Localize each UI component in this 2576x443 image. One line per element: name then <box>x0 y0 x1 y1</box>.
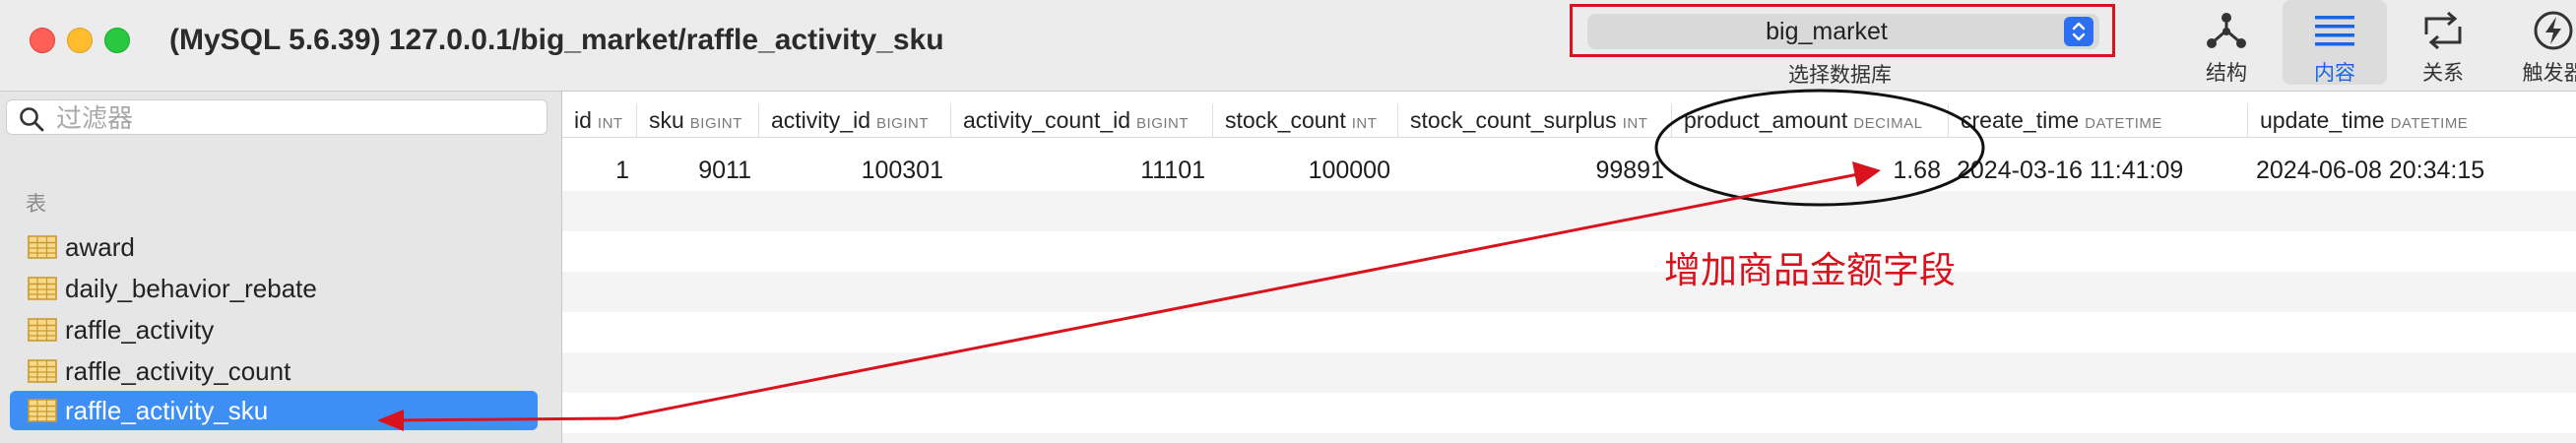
sidebar-table-raffle-activity-sku[interactable]: raffle_activity_sku <box>10 391 538 430</box>
annotation-text: 增加商品金额字段 <box>1664 250 1956 290</box>
column-type: BIGINT <box>875 115 929 132</box>
cell-create-time[interactable]: 2024-03-16 11:41:09 <box>1949 151 2248 191</box>
relations-button-label: 关系 <box>2422 62 2464 85</box>
title-bar: (MySQL 5.6.39) 127.0.0.1/big_market/raff… <box>0 0 2576 92</box>
cell-product-amount[interactable]: 1.68 <box>1672 151 1949 191</box>
column-header[interactable]: activity_id BIGINT <box>759 103 951 137</box>
sidebar: 表 award daily_behavior_rebate raffle_act… <box>0 92 562 443</box>
column-name: stock_count <box>1225 107 1346 133</box>
column-type: DATETIME <box>2390 115 2469 132</box>
tables-section-label: 表 <box>26 193 46 216</box>
empty-row <box>562 352 2576 393</box>
search-icon <box>19 106 44 137</box>
triggers-button[interactable]: 触发器 <box>2509 0 2576 85</box>
table-filter[interactable] <box>6 99 547 137</box>
empty-row <box>562 393 2576 433</box>
column-header[interactable]: stock_count_surplus INT <box>1398 103 1672 137</box>
column-header[interactable]: product_amount DECIMAL <box>1672 103 1949 137</box>
content-button-label: 内容 <box>2314 62 2355 85</box>
cell-stock-count[interactable]: 100000 <box>1213 151 1398 191</box>
cell-id[interactable]: 1 <box>562 151 637 191</box>
column-type: BIGINT <box>689 115 742 132</box>
database-select-caption: 选择数据库 <box>1788 64 1892 87</box>
cell-activity-id[interactable]: 100301 <box>759 151 951 191</box>
column-header[interactable]: id INT <box>562 103 637 137</box>
content-list-icon <box>2283 10 2387 51</box>
column-header[interactable]: sku BIGINT <box>637 103 759 137</box>
chevron-updown-icon <box>2064 17 2093 46</box>
relations-icon <box>2399 10 2487 51</box>
structure-button-label: 结构 <box>2206 62 2247 85</box>
column-name: sku <box>649 107 684 133</box>
column-name: stock_count_surplus <box>1410 107 1617 133</box>
structure-icon <box>2182 10 2271 51</box>
database-select-value: big_market <box>1766 18 1888 45</box>
grid-header: id INT sku BIGINT activity_id BIGINT activi… <box>562 103 2576 138</box>
column-header[interactable]: stock_count INT <box>1213 103 1398 137</box>
minimize-window-button[interactable] <box>67 28 93 53</box>
column-header[interactable]: create_time DATETIME <box>1949 103 2248 137</box>
sidebar-table-name: award <box>65 232 135 262</box>
table-icon <box>28 235 57 264</box>
column-name: create_time <box>1961 107 2080 133</box>
sidebar-table-name: daily_behavior_rebate <box>65 274 317 303</box>
empty-row <box>562 312 2576 352</box>
column-name: product_amount <box>1684 107 1848 133</box>
empty-row <box>562 191 2576 231</box>
sidebar-table-award[interactable]: award <box>10 227 538 267</box>
table-icon <box>28 359 57 388</box>
filter-input[interactable] <box>54 100 541 136</box>
column-header[interactable]: activity_count_id BIGINT <box>951 103 1213 137</box>
column-type: INT <box>597 115 623 132</box>
sidebar-table-raffle-activity-count[interactable]: raffle_activity_count <box>10 351 538 391</box>
table-row[interactable]: 1 9011 100301 11101 100000 99891 1.68 20… <box>562 151 2576 191</box>
sidebar-table-name: raffle_activity_count <box>65 356 291 386</box>
table-icon <box>28 318 57 347</box>
content-button[interactable]: 内容 <box>2283 0 2387 85</box>
structure-button[interactable]: 结构 <box>2182 0 2271 85</box>
column-type: DECIMAL <box>1853 115 1923 132</box>
column-name: id <box>574 107 592 133</box>
sidebar-table-name: raffle_activity_sku <box>65 396 269 425</box>
content-grid: id INT sku BIGINT activity_id BIGINT activi… <box>562 92 2576 443</box>
cell-activity-count-id[interactable]: 11101 <box>951 151 1213 191</box>
empty-row <box>562 433 2576 443</box>
column-name: update_time <box>2260 107 2385 133</box>
empty-row <box>562 272 2576 312</box>
column-type: INT <box>1351 115 1378 132</box>
cell-update-time[interactable]: 2024-06-08 20:34:15 <box>2248 151 2576 191</box>
table-icon <box>28 399 57 427</box>
sidebar-table-name: raffle_activity <box>65 315 215 345</box>
close-window-button[interactable] <box>30 28 55 53</box>
database-select[interactable]: big_market <box>1587 14 2099 49</box>
trigger-icon <box>2509 10 2576 51</box>
relations-button[interactable]: 关系 <box>2399 0 2487 85</box>
cell-sku[interactable]: 9011 <box>637 151 759 191</box>
column-header[interactable]: update_time DATETIME <box>2248 103 2576 137</box>
column-type: BIGINT <box>1136 115 1190 132</box>
empty-row <box>562 231 2576 272</box>
column-type: INT <box>1622 115 1648 132</box>
triggers-button-label: 触发器 <box>2522 62 2576 85</box>
window-title: (MySQL 5.6.39) 127.0.0.1/big_market/raff… <box>169 24 944 56</box>
column-type: DATETIME <box>2085 115 2162 132</box>
table-icon <box>28 277 57 305</box>
sidebar-table-raffle-activity[interactable]: raffle_activity <box>10 310 538 349</box>
column-name: activity_id <box>771 107 870 133</box>
cell-stock-count-surplus[interactable]: 99891 <box>1398 151 1672 191</box>
sidebar-table-daily-behavior-rebate[interactable]: daily_behavior_rebate <box>10 269 538 308</box>
zoom-window-button[interactable] <box>104 28 130 53</box>
column-name: activity_count_id <box>963 107 1131 133</box>
